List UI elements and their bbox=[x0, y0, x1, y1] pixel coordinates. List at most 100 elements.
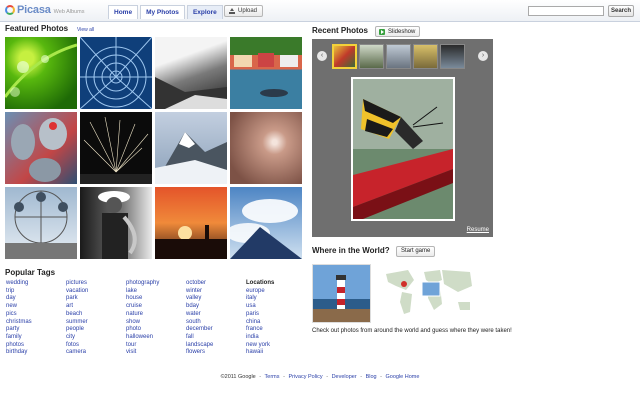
tag-link[interactable]: valley bbox=[186, 295, 244, 303]
featured-photo-blue-sky[interactable] bbox=[230, 187, 302, 259]
tag-link[interactable]: pictures bbox=[66, 280, 124, 288]
locations-title: Locations bbox=[246, 280, 275, 286]
tag-link[interactable]: birthday bbox=[6, 349, 64, 357]
footer-link-google-home[interactable]: Google Home bbox=[385, 374, 419, 380]
footer-copyright: ©2011 Google bbox=[220, 374, 256, 380]
location-column: Locations europe italy usa paris china f… bbox=[246, 280, 304, 357]
tag-column-1: wedding trip day new pics christmas part… bbox=[6, 280, 64, 357]
location-link[interactable]: europe bbox=[246, 288, 304, 296]
featured-photo-glass-dome[interactable] bbox=[80, 37, 152, 109]
strip-thumb[interactable] bbox=[386, 44, 411, 69]
strip-thumb[interactable] bbox=[332, 44, 357, 69]
strip-thumb[interactable] bbox=[440, 44, 465, 69]
tag-link[interactable]: photography bbox=[126, 280, 184, 288]
tag-link[interactable]: water bbox=[186, 311, 244, 319]
tag-link[interactable]: city bbox=[66, 334, 124, 342]
tag-link[interactable]: lake bbox=[126, 288, 184, 296]
search-input[interactable] bbox=[528, 6, 604, 16]
world-map[interactable] bbox=[382, 264, 476, 320]
tag-link[interactable]: camera bbox=[66, 349, 124, 357]
upload-button[interactable]: Upload bbox=[224, 5, 264, 17]
tag-link[interactable]: family bbox=[6, 334, 64, 342]
tag-link[interactable]: wedding bbox=[6, 280, 64, 288]
recent-photos-title: Recent Photos bbox=[312, 26, 369, 35]
footer-link-developer[interactable]: Developer bbox=[332, 374, 357, 380]
featured-photo-spray-cans[interactable] bbox=[5, 112, 77, 184]
tab-explore[interactable]: Explore bbox=[186, 5, 223, 19]
tag-link[interactable]: october bbox=[186, 280, 244, 288]
featured-photo-saxophone[interactable] bbox=[80, 187, 152, 259]
tab-my-photos[interactable]: My Photos bbox=[140, 5, 185, 19]
tag-link[interactable]: cruise bbox=[126, 303, 184, 311]
tag-link[interactable]: fotos bbox=[66, 342, 124, 350]
chevron-right-icon[interactable]: › bbox=[478, 51, 488, 61]
start-game-button[interactable]: Start game bbox=[396, 246, 436, 257]
featured-photo-sunset[interactable] bbox=[155, 187, 227, 259]
strip-thumb[interactable] bbox=[413, 44, 438, 69]
current-recent-photo[interactable] bbox=[351, 77, 455, 221]
featured-photo-fireworks[interactable] bbox=[80, 112, 152, 184]
world-photo-lighthouse[interactable] bbox=[312, 264, 371, 323]
footer-separator: - bbox=[283, 374, 285, 380]
slideshow-button[interactable]: Slideshow bbox=[375, 26, 421, 37]
tag-link[interactable]: art bbox=[66, 303, 124, 311]
footer-link-privacy[interactable]: Privacy Policy bbox=[288, 374, 322, 380]
tag-column-2: pictures vacation park art beach summer … bbox=[66, 280, 124, 357]
resume-link[interactable]: Resume bbox=[467, 227, 489, 233]
location-link[interactable]: china bbox=[246, 319, 304, 327]
tag-link[interactable]: visit bbox=[126, 349, 184, 357]
search-button[interactable]: Search bbox=[608, 5, 634, 17]
nav-tabs: Home My Photos Explore bbox=[108, 5, 225, 19]
tab-home[interactable]: Home bbox=[108, 5, 139, 19]
picasa-logo[interactable]: Picasa Web Albums bbox=[5, 3, 84, 17]
featured-photo-hazy-sun[interactable] bbox=[230, 112, 302, 184]
tag-link[interactable]: pics bbox=[6, 311, 64, 319]
view-all-link[interactable]: View all bbox=[77, 27, 94, 33]
footer-link-terms[interactable]: Terms bbox=[265, 374, 280, 380]
tag-link[interactable]: vacation bbox=[66, 288, 124, 296]
featured-photo-leaf[interactable] bbox=[5, 37, 77, 109]
tag-link[interactable]: south bbox=[186, 319, 244, 327]
footer-link-blog[interactable]: Blog bbox=[366, 374, 377, 380]
featured-photo-river[interactable] bbox=[155, 37, 227, 109]
picasa-logo-icon bbox=[5, 5, 15, 15]
tag-link[interactable]: photos bbox=[6, 342, 64, 350]
location-link[interactable]: italy bbox=[246, 295, 304, 303]
location-link[interactable]: new york bbox=[246, 342, 304, 350]
thumbnail-strip bbox=[332, 44, 472, 72]
tag-link[interactable]: house bbox=[126, 295, 184, 303]
strip-thumb[interactable] bbox=[359, 44, 384, 69]
tag-link[interactable]: day bbox=[6, 295, 64, 303]
tag-link[interactable]: new bbox=[6, 303, 64, 311]
tag-link[interactable]: flowers bbox=[186, 349, 244, 357]
location-link[interactable]: france bbox=[246, 326, 304, 334]
upload-icon bbox=[229, 8, 235, 14]
tag-link[interactable]: photo bbox=[126, 326, 184, 334]
tag-link[interactable]: show bbox=[126, 319, 184, 327]
location-link[interactable]: usa bbox=[246, 303, 304, 311]
featured-photo-snowy-peak[interactable] bbox=[155, 112, 227, 184]
location-link[interactable]: paris bbox=[246, 311, 304, 319]
tag-link[interactable]: summer bbox=[66, 319, 124, 327]
chevron-left-icon[interactable]: ‹ bbox=[317, 51, 327, 61]
tag-link[interactable]: party bbox=[6, 326, 64, 334]
tag-link[interactable]: beach bbox=[66, 311, 124, 319]
location-link[interactable]: hawaii bbox=[246, 349, 304, 357]
tag-link[interactable]: december bbox=[186, 326, 244, 334]
tag-link[interactable]: nature bbox=[126, 311, 184, 319]
location-link[interactable]: india bbox=[246, 334, 304, 342]
tag-link[interactable]: christmas bbox=[6, 319, 64, 327]
featured-photo-ferris-wheel[interactable] bbox=[5, 187, 77, 259]
tag-link[interactable]: winter bbox=[186, 288, 244, 296]
slideshow-label: Slideshow bbox=[388, 28, 416, 35]
footer-separator: - bbox=[326, 374, 329, 380]
tag-link[interactable]: landscape bbox=[186, 342, 244, 350]
tag-link[interactable]: bday bbox=[186, 303, 244, 311]
tag-link[interactable]: tour bbox=[126, 342, 184, 350]
tag-link[interactable]: park bbox=[66, 295, 124, 303]
featured-photo-harbor[interactable] bbox=[230, 37, 302, 109]
tag-link[interactable]: trip bbox=[6, 288, 64, 296]
tag-link[interactable]: halloween bbox=[126, 334, 184, 342]
tag-link[interactable]: fall bbox=[186, 334, 244, 342]
tag-link[interactable]: people bbox=[66, 326, 124, 334]
